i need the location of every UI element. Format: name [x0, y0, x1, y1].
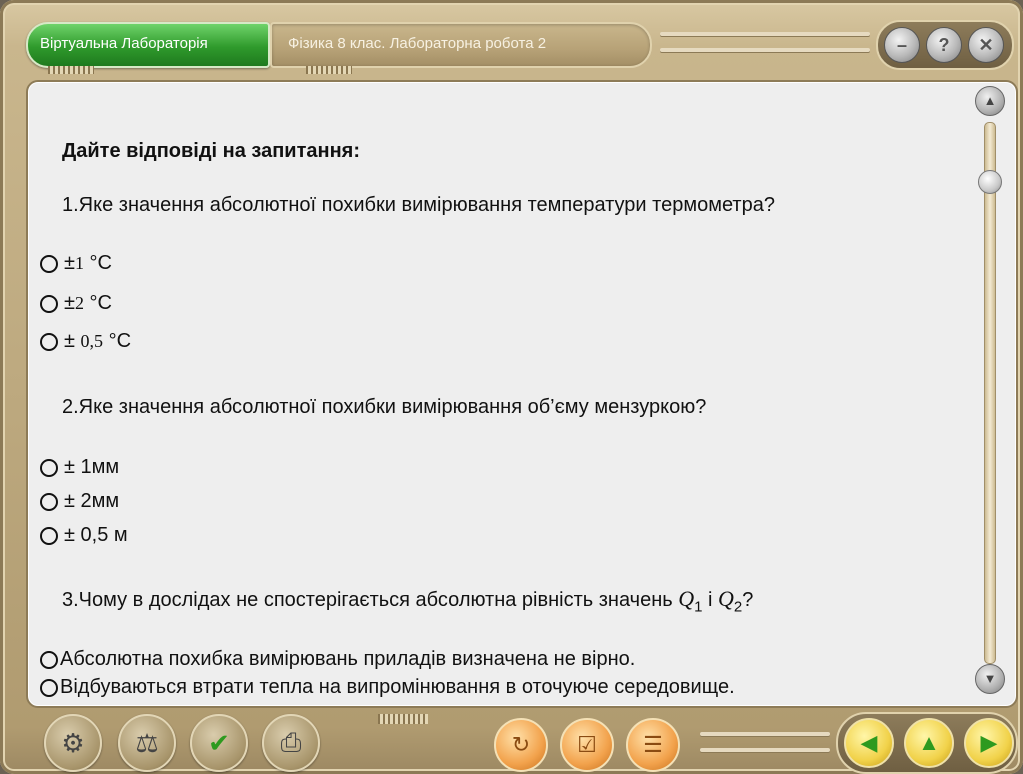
- option-label: ± 1мм: [64, 456, 120, 478]
- grip-decoration: [306, 66, 352, 74]
- option-label: ± 2мм: [64, 490, 120, 512]
- option-label: Абсолютна похибка вимірювань приладів ви…: [60, 648, 636, 670]
- radio-button[interactable]: [40, 458, 58, 477]
- radio-button[interactable]: [40, 526, 58, 545]
- report-icon[interactable]: ☰: [626, 718, 680, 772]
- radio-button[interactable]: [40, 332, 58, 351]
- scroll-thumb[interactable]: [978, 170, 1002, 194]
- grip-decoration: [378, 714, 428, 724]
- option-label: ± 0,5 °С: [64, 330, 132, 352]
- tab-virtual-lab-label: Віртуальна Лабораторія: [40, 35, 208, 52]
- check-answers-icon[interactable]: ☑: [560, 718, 614, 772]
- option-label: ± 0,5 м: [64, 524, 128, 546]
- checklist-icon[interactable]: ✔: [190, 714, 248, 772]
- toolbar-rail: [700, 748, 830, 752]
- gears-icon[interactable]: ⚙: [44, 714, 102, 772]
- tab-virtual-lab[interactable]: Віртуальна Лабораторія: [26, 22, 270, 68]
- radio-button[interactable]: [40, 492, 58, 511]
- q3-option-1[interactable]: Абсолютна похибка вимірювань приладів ви…: [40, 648, 635, 671]
- radio-button[interactable]: [40, 294, 58, 313]
- minimize-icon[interactable]: –: [884, 27, 920, 63]
- symbol-q2: Q2: [718, 586, 743, 616]
- question-3: 3.Чому в дослідах не спостерігається абс…: [62, 586, 754, 616]
- questions-area: Дайте відповіді на запитання: 1.Яке знач…: [28, 82, 978, 702]
- printer-icon[interactable]: ⎙: [262, 714, 320, 772]
- arrow-up-icon[interactable]: ▲: [904, 718, 954, 768]
- q1-option-1[interactable]: ±1 °С: [40, 252, 112, 275]
- tab-lesson-title[interactable]: Фізика 8 клас. Лабораторна робота 2: [270, 22, 652, 68]
- question-2: 2.Яке значення абсолютної похибки вимірю…: [62, 396, 707, 418]
- page-title: Дайте відповіді на запитання:: [62, 140, 360, 162]
- radio-button[interactable]: [40, 650, 58, 669]
- close-icon[interactable]: ✕: [968, 27, 1004, 63]
- reset-icon[interactable]: ↻: [494, 718, 548, 772]
- content-panel: Дайте відповіді на запитання: 1.Яке знач…: [26, 80, 1018, 708]
- option-label: ±2 °С: [64, 292, 112, 314]
- window-controls: – ? ✕: [876, 20, 1014, 70]
- q2-option-2[interactable]: ± 2мм: [40, 490, 119, 513]
- header-rail: [660, 48, 870, 52]
- arrow-left-icon[interactable]: ◀: [844, 718, 894, 768]
- q2-option-1[interactable]: ± 1мм: [40, 456, 119, 479]
- bottom-toolbar: ⚙ ⚖ ✔ ⎙ ↻ ☑ ☰ ◀ ▲ ▶: [0, 708, 1023, 774]
- q2-option-3[interactable]: ± 0,5 м: [40, 524, 128, 547]
- scroll-track[interactable]: [984, 122, 996, 664]
- app-window: Віртуальна Лабораторія Фізика 8 клас. Ла…: [0, 0, 1023, 774]
- radio-button[interactable]: [40, 254, 58, 273]
- help-icon[interactable]: ?: [926, 27, 962, 63]
- q1-option-2[interactable]: ±2 °С: [40, 292, 112, 315]
- q3-option-2[interactable]: Відбуваються втрати тепла на випромінюва…: [40, 676, 735, 699]
- q1-option-3[interactable]: ± 0,5 °С: [40, 330, 131, 353]
- toolbar-rail: [700, 732, 830, 736]
- weights-icon[interactable]: ⚖: [118, 714, 176, 772]
- scroll-up-icon[interactable]: ▲: [975, 86, 1005, 116]
- tab-lesson-title-label: Фізика 8 клас. Лабораторна робота 2: [288, 35, 547, 52]
- question-1: 1.Яке значення абсолютної похибки вимірю…: [62, 194, 775, 216]
- radio-button[interactable]: [40, 678, 58, 697]
- option-label: Відбуваються втрати тепла на випромінюва…: [60, 676, 735, 698]
- arrow-right-icon[interactable]: ▶: [964, 718, 1014, 768]
- symbol-q1: Q1: [678, 586, 703, 616]
- header-rail: [660, 32, 870, 36]
- grip-decoration: [48, 66, 94, 74]
- scroll-down-icon[interactable]: ▼: [975, 664, 1005, 694]
- vertical-scrollbar[interactable]: ▲ ▼: [972, 86, 1008, 698]
- option-label: ±1 °С: [64, 252, 112, 274]
